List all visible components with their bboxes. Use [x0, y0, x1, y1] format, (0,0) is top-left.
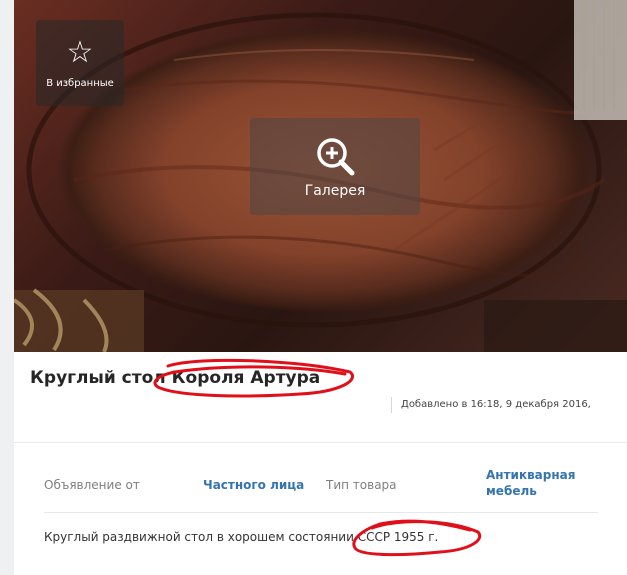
listing-title: Круглый стол Короля Артура [30, 368, 321, 388]
favorites-label: В избранные [46, 77, 114, 89]
add-to-favorites-button[interactable]: ☆ В избранные [36, 20, 124, 106]
zoom-in-icon [317, 137, 355, 175]
param-value-type-line1: Антикварная [486, 468, 576, 482]
card-divider [14, 442, 627, 443]
listing-photo[interactable]: ☆ В избранные Галерея [14, 0, 627, 352]
param-value-seller-link[interactable]: Частного лица [203, 478, 304, 492]
star-icon: ☆ [66, 34, 94, 70]
page-left-margin [0, 0, 14, 575]
param-label-type: Тип товара [326, 478, 397, 492]
gallery-button[interactable]: Галерея [250, 118, 420, 215]
listing-added-date: Добавлено в 16:18, 9 декабря 2016, [391, 397, 591, 413]
listing-card: Круглый стол Короля Артура Добавлено в 1… [14, 352, 627, 575]
param-label-seller: Объявление от [44, 478, 140, 492]
gallery-label: Галерея [304, 182, 366, 199]
param-value-type-link[interactable]: Антикварная мебель [486, 468, 575, 498]
params-divider [44, 512, 598, 513]
param-value-type-line2: мебель [486, 484, 537, 498]
listing-description: Круглый раздвижной стол в хорошем состоя… [44, 530, 439, 544]
